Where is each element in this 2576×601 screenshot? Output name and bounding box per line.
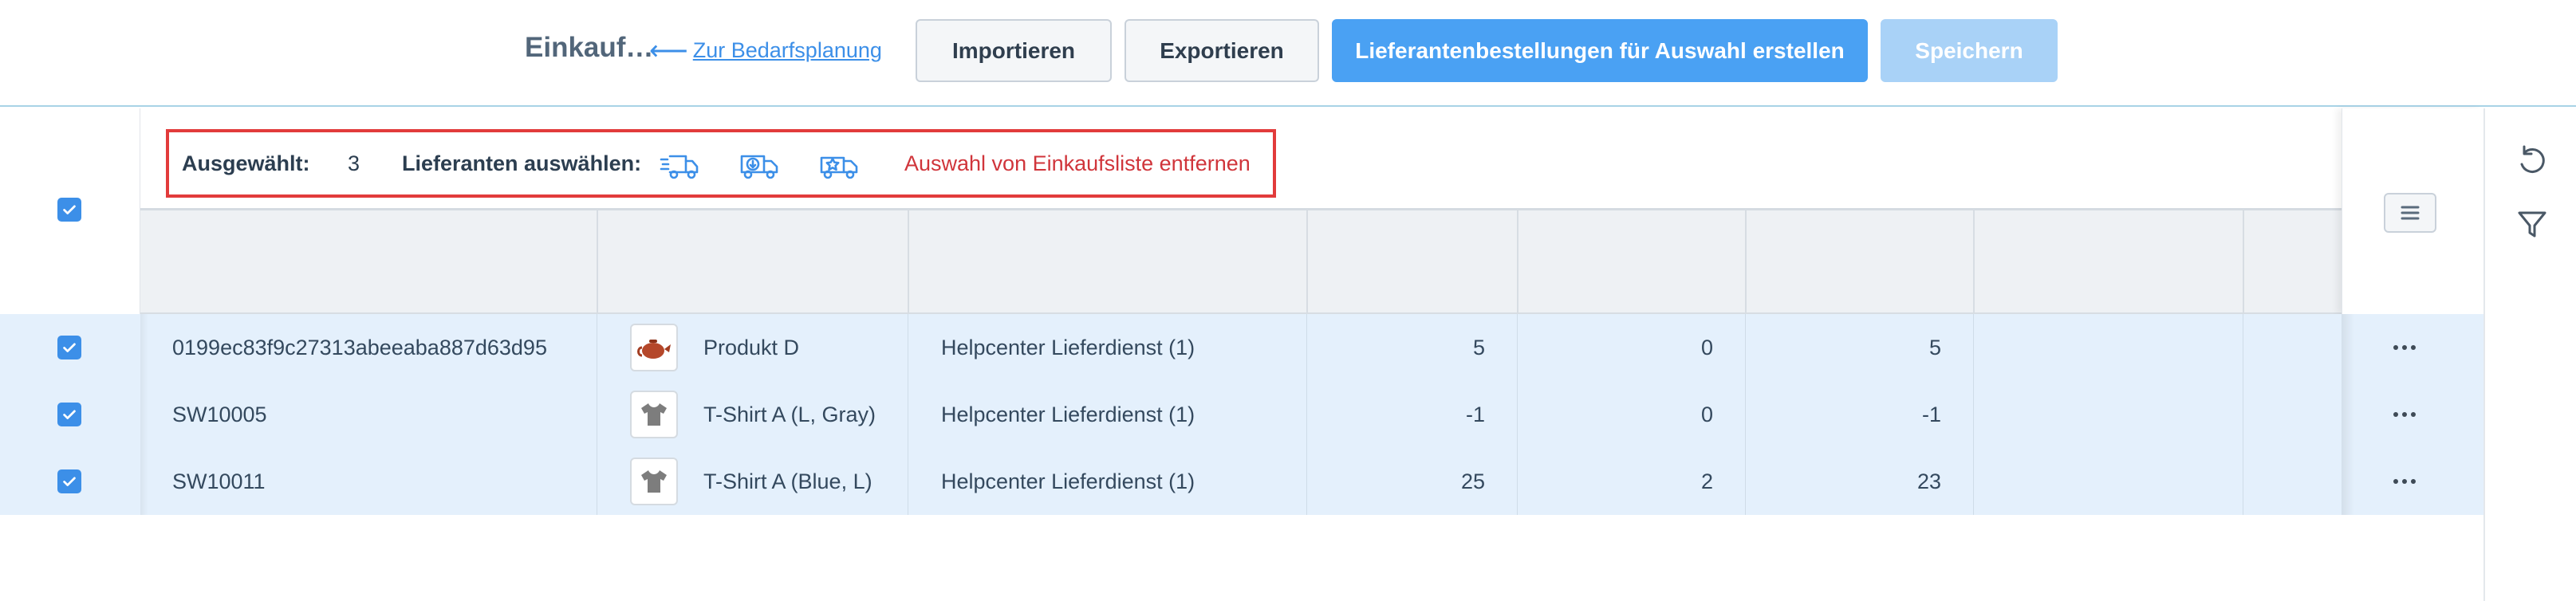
filter-icon[interactable] (2515, 207, 2550, 242)
column-divider (1306, 210, 1308, 314)
table-row[interactable]: 0199ec83f9c27313abeeaba887d63d95 Produkt… (0, 314, 2483, 381)
product-name-cell: T-Shirt A (L, Gray) (703, 402, 876, 426)
sku-cell: SW10011 (172, 469, 266, 493)
create-supplier-orders-button[interactable]: Lieferantenbestellungen für Auswahl erst… (1332, 19, 1868, 82)
row-checkbox[interactable] (57, 336, 81, 359)
tshirt-icon (630, 458, 678, 505)
arrow-left-icon: ⟵ (649, 36, 688, 66)
checkmark-icon (63, 477, 76, 486)
purchase-list-grid: Ausgewählt: 3 Lieferanten auswählen: Aus… (0, 108, 2483, 601)
column-divider (597, 210, 598, 314)
quantity-cell: 25 (1460, 469, 1485, 493)
column-divider (2243, 210, 2244, 314)
quantity-cell: -1 (1465, 402, 1485, 426)
supplier-cell: Helpcenter Lieferdienst (1) (941, 402, 1195, 426)
more-dots-icon (2393, 479, 2416, 484)
column-menu-column (2342, 108, 2483, 314)
product-name-cell: T-Shirt A (Blue, L) (703, 469, 872, 493)
column-divider (1745, 210, 1747, 314)
export-button[interactable]: Exportieren (1125, 19, 1319, 82)
sku-cell: 0199ec83f9c27313abeeaba887d63d95 (172, 335, 547, 359)
table-row[interactable]: SW10011 T-Shirt A (Blue, L) Helpcenter L… (0, 448, 2483, 515)
column-menu-button[interactable] (2384, 193, 2436, 233)
product-name-cell: Produkt D (703, 335, 800, 359)
truck-star-icon[interactable] (818, 148, 861, 183)
select-all-checkbox[interactable] (57, 198, 81, 222)
row-checkbox[interactable] (57, 403, 81, 426)
table-row[interactable]: SW10005 T-Shirt A (L, Gray) Helpcenter L… (0, 381, 2483, 448)
column-divider (1973, 210, 1975, 314)
column-filter-row (140, 210, 2342, 314)
row-actions-button[interactable] (2393, 381, 2416, 448)
supplier-cell: Helpcenter Lieferdienst (1) (941, 335, 1195, 359)
quantity-cell: 0 (1700, 402, 1713, 426)
save-button[interactable]: Speichern (1881, 19, 2058, 82)
select-all-column (0, 108, 140, 314)
right-sidebar (2483, 108, 2576, 601)
selected-count: 3 (348, 151, 360, 175)
column-divider (908, 210, 909, 314)
import-button[interactable]: Importieren (916, 19, 1112, 82)
row-actions-button[interactable] (2393, 314, 2416, 381)
hamburger-menu-icon (2401, 206, 2420, 220)
row-checkbox[interactable] (57, 469, 81, 493)
back-to-planning-link[interactable]: ⟵ Zur Bedarfsplanung (649, 35, 882, 67)
page-title: Einkauf… (525, 32, 654, 63)
column-divider (1517, 210, 1518, 314)
fast-delivery-truck-icon[interactable] (659, 148, 702, 183)
row-actions-button[interactable] (2393, 448, 2416, 515)
checkmark-icon (63, 205, 76, 214)
checkmark-icon (63, 410, 76, 419)
supplier-cell: Helpcenter Lieferdienst (1) (941, 469, 1195, 493)
sku-cell: SW10005 (172, 402, 267, 426)
quantity-cell: 2 (1700, 469, 1713, 493)
quantity-cell: 0 (1700, 335, 1713, 359)
truck-download-icon[interactable] (739, 148, 782, 183)
remove-selection-link[interactable]: Auswahl von Einkaufsliste entfernen (904, 151, 1251, 176)
reset-icon[interactable] (2515, 143, 2550, 179)
quantity-cell: -1 (1921, 402, 1941, 426)
top-bar: Einkauf… ⟵ Zur Bedarfsplanung Importieren… (0, 0, 2576, 107)
selection-action-bar: Ausgewählt: 3 Lieferanten auswählen: Aus… (166, 129, 1276, 198)
back-link-label: Zur Bedarfsplanung (692, 38, 882, 62)
tshirt-icon (630, 391, 678, 438)
quantity-cell: 5 (1472, 335, 1485, 359)
checkmark-icon (63, 343, 76, 352)
more-dots-icon (2393, 345, 2416, 350)
quantity-cell: 23 (1916, 469, 1941, 493)
teapot-icon (630, 324, 678, 371)
quantity-cell: 5 (1928, 335, 1941, 359)
more-dots-icon (2393, 412, 2416, 417)
choose-suppliers-label: Lieferanten auswählen: (402, 151, 642, 175)
selected-label: Ausgewählt: (182, 151, 310, 175)
